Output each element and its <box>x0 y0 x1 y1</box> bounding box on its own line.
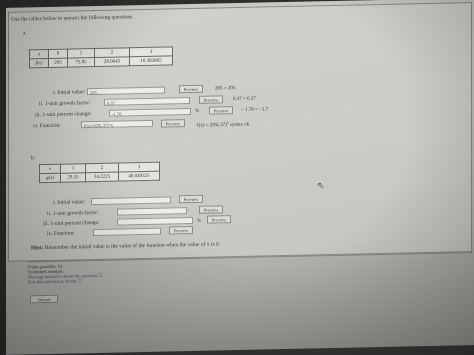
part-a-function-preview-button[interactable]: Preview <box>161 119 185 128</box>
syntax-ok-text: syntax ok <box>229 122 250 128</box>
part-b-growth-preview-button[interactable]: Preview <box>199 205 223 214</box>
part-a-label: a. <box>23 30 27 37</box>
table-header-cell: x <box>29 49 49 59</box>
part-b-label: b. <box>31 155 36 162</box>
monitor-bezel-left <box>0 0 6 355</box>
post-to-forum-link[interactable]: Post this question to forum ☐ <box>28 278 82 285</box>
part-a-growth-label: ii. 1-unit growth factor: <box>39 100 91 108</box>
monitor-screen: Use the tables below to answer the follo… <box>0 0 474 355</box>
table-row-label: f(x) <box>29 58 49 68</box>
part-a-initial-label: i. Initial value: <box>53 89 86 96</box>
part-b-function-input[interactable] <box>93 227 161 237</box>
table-cell: 205 <box>48 58 68 68</box>
instructions-text: Use the tables below to answer the follo… <box>11 14 134 23</box>
part-b-initial-preview-button[interactable]: Preview <box>179 194 203 204</box>
hint-label: Hint: <box>31 245 44 252</box>
part-b-percent-preview-button[interactable]: Preview <box>207 215 231 224</box>
table-cell: 34.2225 <box>85 172 119 182</box>
part-a-function-label: iv. Function: <box>33 122 61 130</box>
table-header-cell: x <box>39 164 61 174</box>
table-header-cell: 0 <box>48 49 68 59</box>
hint-text: Remember the initial value is the value … <box>44 241 221 252</box>
part-a-initial-result: 205 = 205 <box>215 86 236 92</box>
table-cell: 10.383865 <box>129 55 173 66</box>
question-panel: Use the tables below to answer the follo… <box>8 2 472 262</box>
part-a-initial-preview-button[interactable]: Preview <box>179 84 203 94</box>
part-a-function-result: f(x) = 205(.37)x syntax ok <box>197 120 250 129</box>
part-b-function-label: iv. Function: <box>47 230 75 238</box>
function-result-text: f(x) = 205(.37) <box>197 122 227 129</box>
table-cell: 29.35 <box>60 172 86 183</box>
part-b-initial-input[interactable] <box>91 196 171 206</box>
table-cell: 28.0645 <box>94 56 130 67</box>
part-a-percent-preview-button[interactable]: Preview <box>209 106 233 115</box>
table-row-label: g(x) <box>39 173 61 183</box>
part-a-growth-input[interactable]: 0.37 <box>104 97 190 106</box>
submit-button[interactable]: Submit <box>30 294 58 304</box>
part-b-table: x 1 2 3 g(x) 29.35 34.2225 40.049325 <box>39 161 160 184</box>
part-b-growth-label: ii. 1-unit growth factor: <box>47 209 99 218</box>
part-a-growth-preview-button[interactable]: Preview <box>199 95 223 104</box>
table-row: f(x) 205 75.85 28.0645 10.383865 <box>29 55 173 68</box>
part-a-percent-label: iii. 1-unit percent change: <box>35 111 92 119</box>
function-result-exponent: x <box>226 120 229 125</box>
part-a-growth-result: 0.37 = 0.37 <box>233 96 256 103</box>
part-b-growth-input[interactable] <box>117 207 187 216</box>
part-a-initial-input[interactable]: 205 <box>87 86 165 96</box>
mouse-cursor-icon: ⇖ <box>317 181 325 192</box>
part-b-percent-unit: % <box>197 218 202 224</box>
part-b-percent-input[interactable] <box>117 216 193 226</box>
part-a-function-input[interactable]: f(x)=205(.37)^x <box>81 119 153 129</box>
table-cell: 75.85 <box>67 57 95 68</box>
part-a-percent-unit: % <box>195 108 200 114</box>
part-a-percent-input[interactable]: -1.70 <box>109 107 191 117</box>
part-a-table: x 0 1 2 3 f(x) 205 75.85 28.0645 10.3838… <box>29 46 173 69</box>
table-cell: 40.049325 <box>118 171 160 182</box>
part-b-function-preview-button[interactable]: Preview <box>169 225 193 235</box>
part-a-percent-result: − 1.70 = −1.7 <box>241 107 269 113</box>
hint: Hint: Remember the initial value is the … <box>31 241 220 251</box>
table-row: g(x) 29.35 34.2225 40.049325 <box>39 171 160 183</box>
part-b-percent-label: iii. 1-unit percent change: <box>43 219 100 228</box>
part-b-initial-label: i. Initial value: <box>53 199 86 206</box>
